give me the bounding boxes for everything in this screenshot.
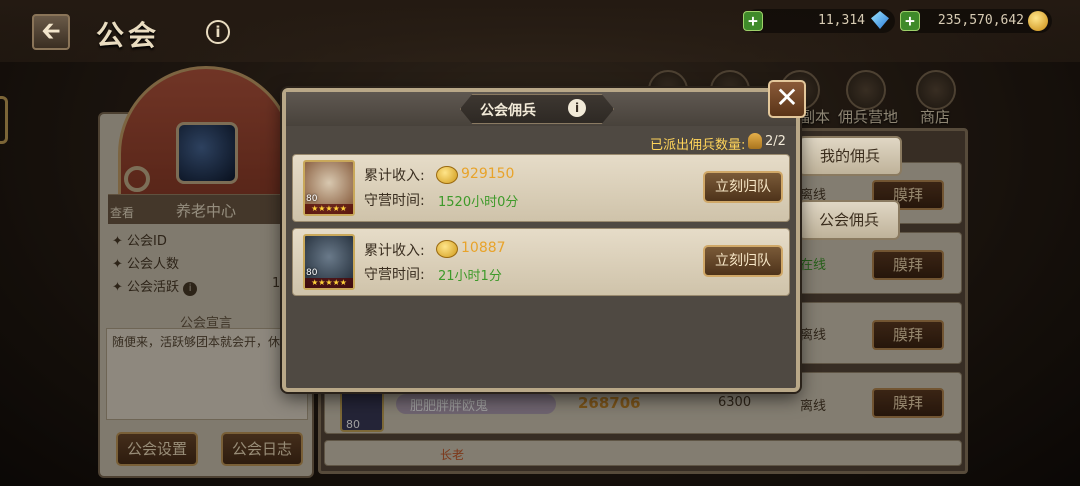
income-label: 累计收入:: [364, 168, 425, 184]
info-icon[interactable]: i: [206, 20, 230, 44]
gold-counter: + 235,570,642: [900, 9, 1052, 33]
duration-label: 守营时间:: [364, 193, 425, 209]
helmet-icon: [748, 133, 762, 149]
add-gold-button[interactable]: +: [900, 11, 920, 31]
gold-coin-icon: [436, 240, 458, 258]
back-arrow-icon: 🡰: [41, 17, 61, 45]
income-label: 累计收入:: [364, 243, 425, 259]
star-rating: ★★★★★: [305, 204, 353, 214]
page-title: 公会: [96, 19, 161, 52]
info-icon[interactable]: i: [568, 99, 586, 117]
gold-coin-icon: [1028, 11, 1048, 31]
dialog-title: 公会佣兵: [480, 103, 536, 119]
income-value: 929150: [461, 166, 515, 182]
duration-value: 1520小时0分: [438, 195, 519, 210]
mercenary-level: 80: [306, 194, 318, 204]
diamond-counter: + 11,314: [743, 9, 895, 33]
dispatched-label: 已派出佣兵数量:: [650, 138, 746, 153]
diamond-icon: [871, 11, 889, 29]
diamond-amount: 11,314: [818, 13, 865, 28]
gold-amount: 235,570,642: [937, 13, 1024, 28]
duration-value: 21小时1分: [438, 269, 502, 284]
star-rating: ★★★★★: [305, 278, 353, 288]
close-button[interactable]: ✕: [768, 80, 806, 118]
add-diamond-button[interactable]: +: [743, 11, 763, 31]
recall-button[interactable]: 立刻归队: [703, 171, 783, 203]
gold-coin-icon: [436, 166, 458, 184]
mercenary-portrait[interactable]: 80 ★★★★★: [303, 234, 355, 290]
close-icon: ✕: [775, 81, 799, 114]
tab-guild-mercenary[interactable]: 公会佣兵: [798, 200, 900, 240]
duration-label: 守营时间:: [364, 267, 425, 283]
recall-button[interactable]: 立刻归队: [703, 245, 783, 277]
mercenary-portrait[interactable]: 80 ★★★★★: [303, 160, 355, 216]
mercenary-level: 80: [306, 268, 318, 278]
tab-my-mercenary[interactable]: 我的佣兵: [798, 136, 902, 176]
back-button[interactable]: 🡰: [32, 14, 70, 50]
income-value: 10887: [461, 240, 506, 256]
dispatched-count: 2/2: [765, 134, 786, 149]
